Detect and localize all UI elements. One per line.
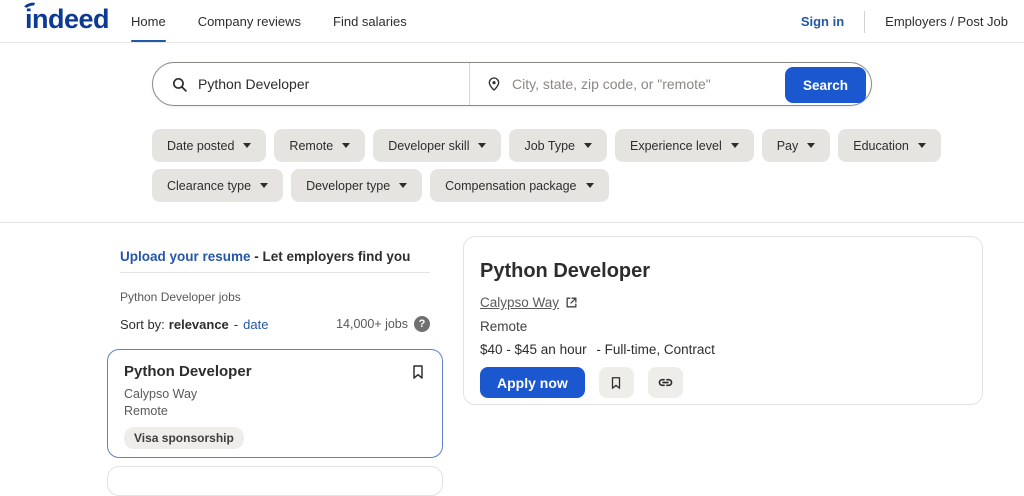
filter-education[interactable]: Education — [838, 129, 941, 162]
job-count: 14,000+ jobs — [336, 317, 408, 331]
filter-developer-type-label: Developer type — [306, 178, 391, 193]
search-icon — [171, 76, 188, 93]
job-card-python-developer[interactable]: Python Developer Calypso Way Remote Visa… — [107, 349, 443, 458]
bookmark-icon[interactable] — [410, 363, 426, 381]
header-divider — [864, 10, 866, 33]
filter-developer-skill[interactable]: Developer skill — [373, 129, 502, 162]
sign-in-link[interactable]: Sign in — [801, 14, 844, 29]
nav-company-reviews[interactable]: Company reviews — [198, 0, 301, 42]
detail-location: Remote — [480, 319, 528, 334]
search-button[interactable]: Search — [784, 67, 866, 103]
filter-job-type[interactable]: Job Type — [509, 129, 607, 162]
apply-now-button[interactable]: Apply now — [480, 367, 585, 398]
sort-by-label: Sort by: — [120, 316, 165, 332]
copy-link-button[interactable] — [647, 367, 683, 398]
link-icon — [657, 374, 674, 391]
detail-salary: $40 - $45 an hour — [480, 342, 587, 357]
help-icon[interactable]: ? — [414, 316, 430, 332]
filter-row-2: Clearance type Developer type Compensati… — [152, 169, 609, 202]
keyword-segment — [153, 63, 469, 105]
filter-job-type-label: Job Type — [524, 138, 575, 153]
filter-pay[interactable]: Pay — [761, 129, 831, 162]
sort-dash: - — [233, 316, 239, 332]
bookmark-icon — [609, 375, 623, 391]
detail-actions: Apply now — [480, 367, 966, 398]
filter-experience-level-label: Experience level — [630, 138, 722, 153]
sort-relevance-option[interactable]: relevance — [169, 317, 229, 332]
job-search-bar: Search — [152, 62, 872, 106]
chevron-down-icon — [399, 183, 408, 188]
chevron-down-icon — [342, 143, 351, 148]
sort-date-option[interactable]: date — [243, 317, 268, 332]
location-pin-icon — [486, 75, 502, 93]
detail-job-title: Python Developer — [480, 260, 651, 282]
filter-compensation-package-label: Compensation package — [445, 178, 577, 193]
filter-pay-label: Pay — [776, 138, 799, 153]
location-input[interactable] — [512, 76, 762, 92]
save-job-button[interactable] — [598, 367, 634, 398]
indeed-logo[interactable]: indeed — [21, 0, 110, 35]
filter-date-posted-label: Date posted — [167, 138, 235, 153]
nav-company-reviews-label: Company reviews — [197, 13, 302, 29]
filter-experience-level[interactable]: Experience level — [615, 129, 754, 162]
upload-resume-tagline: - Let employers find you — [254, 249, 411, 264]
chevron-down-icon — [730, 143, 739, 148]
indeed-logo-text: indeed — [25, 4, 110, 34]
top-navigation-bar: indeed Home Company reviews Find salarie… — [0, 0, 1024, 43]
filter-clearance-type-label: Clearance type — [167, 178, 252, 193]
nav-find-salaries-label: Find salaries — [333, 13, 407, 29]
employers-post-job-link[interactable]: Employers / Post Job — [885, 14, 1008, 29]
job-card-location: Remote — [124, 404, 168, 418]
nav-home-label: Home — [131, 13, 166, 29]
section-divider — [0, 222, 1024, 223]
upload-resume-link[interactable]: Upload your resume — [120, 249, 251, 264]
chevron-down-icon — [807, 143, 816, 148]
job-detail-panel: Python Developer Calypso Way Remote $40 … — [463, 236, 983, 405]
detail-job-type: - Full-time, Contract — [596, 342, 715, 357]
jobs-heading: Python Developer jobs — [120, 290, 241, 304]
filter-compensation-package[interactable]: Compensation package — [430, 169, 609, 202]
filter-date-posted[interactable]: Date posted — [152, 129, 267, 162]
keyword-input[interactable] — [198, 76, 428, 92]
visa-sponsorship-badge: Visa sponsorship — [124, 427, 244, 449]
next-job-card-partial[interactable] — [107, 466, 443, 496]
chevron-down-icon — [243, 143, 252, 148]
sort-row: Sort by: relevance - date 14,000+ jobs ? — [120, 316, 430, 332]
location-segment — [469, 63, 789, 105]
external-link-icon — [565, 296, 578, 309]
chevron-down-icon — [585, 183, 594, 188]
header-right: Sign in Employers / Post Job — [801, 0, 1008, 43]
nav-home[interactable]: Home — [131, 0, 166, 42]
filter-remote-label: Remote — [289, 138, 334, 153]
main-nav: Home Company reviews Find salaries — [131, 0, 407, 43]
nav-find-salaries[interactable]: Find salaries — [333, 0, 407, 42]
filter-row-1: Date posted Remote Developer skill Job T… — [152, 129, 941, 162]
chevron-down-icon — [584, 143, 592, 148]
chevron-down-icon — [260, 183, 269, 188]
job-count-group: 14,000+ jobs ? — [336, 316, 430, 332]
filter-education-label: Education — [853, 138, 909, 153]
detail-salary-row: $40 - $45 an hour - Full-time, Contract — [480, 342, 966, 357]
chevron-down-icon — [917, 143, 926, 148]
job-card-company: Calypso Way — [124, 387, 198, 401]
job-card-title[interactable]: Python Developer — [124, 363, 252, 380]
filter-developer-type[interactable]: Developer type — [291, 169, 423, 202]
detail-company-link[interactable]: Calypso Way — [480, 295, 559, 310]
filter-remote[interactable]: Remote — [274, 129, 366, 162]
resume-divider — [120, 272, 430, 273]
upload-resume-line: Upload your resume - Let employers find … — [120, 249, 410, 264]
filter-developer-skill-label: Developer skill — [388, 138, 470, 153]
filter-clearance-type[interactable]: Clearance type — [152, 169, 284, 202]
chevron-down-icon — [478, 143, 487, 148]
